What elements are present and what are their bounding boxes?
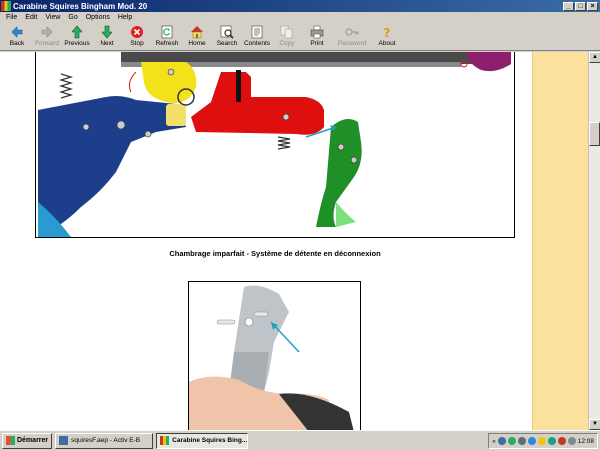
about-button[interactable]: ? About [372, 23, 402, 47]
back-label: Back [9, 40, 25, 47]
volume-icon[interactable] [567, 437, 576, 445]
back-button[interactable]: Back [2, 23, 32, 47]
taskbar: Démarrer squiresF.aep - Activ E-B Carabi… [0, 430, 600, 450]
stop-label: Stop [130, 40, 144, 47]
about-icon: ? [384, 26, 391, 39]
menu-edit[interactable]: Edit [21, 14, 41, 21]
print-button[interactable]: Print [302, 23, 332, 47]
copy-button[interactable]: Copy [272, 23, 302, 47]
maximize-button[interactable]: □ [575, 1, 586, 11]
app-icon [1, 1, 11, 11]
contents-icon [251, 25, 263, 39]
previous-label: Previous [64, 40, 90, 47]
part-photo-drawing [189, 282, 360, 430]
next-button[interactable]: Next [92, 23, 122, 47]
search-label: Search [216, 40, 238, 47]
window-title: Carabine Squires Bingham Mod. 20 [13, 1, 148, 11]
copy-icon [280, 25, 293, 39]
vertical-scrollbar[interactable]: ▲ ▼ [588, 52, 600, 430]
password-key-icon [345, 28, 359, 36]
menu-file[interactable]: File [2, 14, 21, 21]
refresh-button[interactable]: Refresh [152, 23, 182, 47]
task-label: Carabine Squires Bing... [172, 437, 248, 444]
back-arrow-icon [11, 26, 23, 38]
search-icon [220, 25, 234, 39]
contents-label: Contents [243, 40, 271, 47]
sync-icon[interactable] [527, 437, 536, 445]
password-label: Password [337, 40, 367, 47]
about-label: About [378, 40, 396, 47]
task-button-squires-aep[interactable]: squiresF.aep - Activ E-B [55, 432, 154, 449]
app-window-icon [59, 436, 69, 445]
menu-help[interactable]: Help [114, 14, 136, 21]
forward-button[interactable]: Forward [32, 23, 62, 47]
trigger-mechanism-illustration [35, 52, 515, 238]
forward-label: Forward [35, 40, 59, 47]
search-button[interactable]: Search [212, 23, 242, 47]
menu-view[interactable]: View [41, 14, 64, 21]
scroll-thumb[interactable] [589, 122, 600, 146]
scroll-down-arrow-icon[interactable]: ▼ [589, 419, 600, 430]
close-button[interactable]: × [587, 1, 598, 11]
contents-button[interactable]: Contents [242, 23, 272, 47]
home-button[interactable]: Home [182, 23, 212, 47]
page-content: Chambrage imparfait - Système de détente… [0, 52, 588, 430]
home-label: Home [188, 40, 206, 47]
figure-caption: Chambrage imparfait - Système de détente… [169, 249, 381, 258]
next-arrow-icon [101, 25, 113, 39]
mechanism-diagram [38, 52, 511, 237]
previous-arrow-icon [71, 25, 83, 39]
svg-text:?: ? [384, 26, 391, 39]
task-button-carabine[interactable]: Carabine Squires Bing... [156, 432, 249, 449]
previous-button[interactable]: Previous [62, 23, 92, 47]
menu-go[interactable]: Go [64, 14, 81, 21]
refresh-icon [161, 25, 173, 39]
password-button[interactable]: Password [332, 23, 372, 47]
task-label: squiresF.aep - Activ E-B [71, 437, 141, 444]
antivirus-icon[interactable] [557, 437, 566, 445]
shield-icon[interactable] [507, 437, 516, 445]
windows-logo-icon [6, 436, 15, 445]
print-icon [310, 25, 324, 39]
title-bar: Carabine Squires Bingham Mod. 20 _ □ × [0, 0, 600, 12]
start-label: Démarrer [17, 437, 49, 444]
next-label: Next [100, 40, 114, 47]
stop-icon [131, 26, 143, 38]
stop-button[interactable]: Stop [122, 23, 152, 47]
toolbar: Back Forward Previous Next Stop Refresh … [0, 23, 600, 51]
clock: 12:08 [577, 437, 594, 445]
disconnector-part-photo [188, 281, 361, 430]
tray-expand-icon[interactable]: « [492, 438, 496, 445]
system-tray: « 12:08 [488, 433, 598, 449]
network-icon[interactable] [497, 437, 506, 445]
refresh-label: Refresh [155, 40, 179, 47]
app-window-icon [160, 436, 170, 445]
scroll-up-arrow-icon[interactable]: ▲ [589, 52, 600, 63]
forward-arrow-icon [41, 26, 53, 38]
right-decorative-column [532, 52, 588, 430]
monitor-icon[interactable] [517, 437, 526, 445]
home-icon [191, 26, 203, 39]
globe-icon[interactable] [547, 437, 556, 445]
print-label: Print [310, 40, 324, 47]
menu-options[interactable]: Options [82, 14, 114, 21]
copy-label: Copy [279, 40, 295, 47]
warning-icon[interactable] [537, 437, 546, 445]
minimize-button[interactable]: _ [563, 1, 574, 11]
start-button[interactable]: Démarrer [2, 432, 53, 449]
menu-bar: File Edit View Go Options Help [0, 12, 600, 23]
